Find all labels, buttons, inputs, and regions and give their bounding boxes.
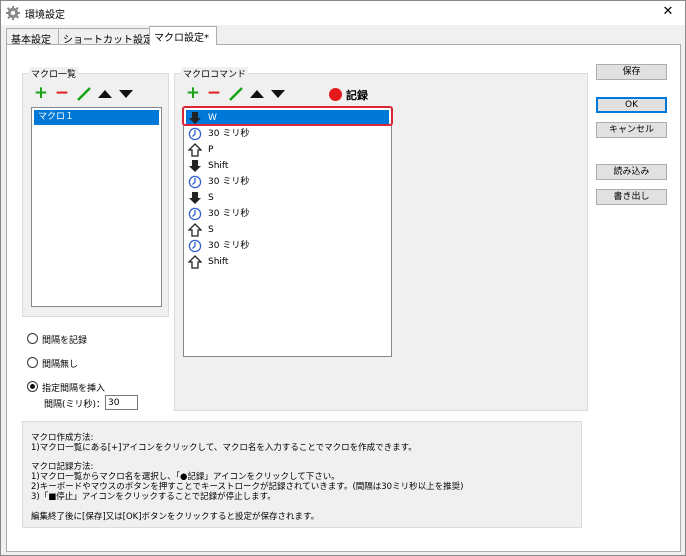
macro-list-toolbar: + −	[33, 85, 143, 102]
key-up-icon	[188, 223, 202, 237]
title-bar: 環境設定 ✕	[1, 1, 685, 25]
command-text: P	[208, 145, 214, 155]
clock-icon	[188, 175, 202, 189]
list-item[interactable]: S	[188, 190, 388, 206]
command-text: S	[208, 225, 214, 235]
settings-window: 環境設定 ✕ 基本設定 ショートカット設定 マクロ設定* マクロ一覧 + − マ…	[0, 0, 686, 556]
key-down-icon	[189, 160, 201, 172]
clock-icon	[188, 207, 202, 221]
close-button[interactable]: ✕	[651, 1, 685, 25]
clock-icon	[188, 239, 202, 253]
ok-button[interactable]: OK	[596, 97, 667, 113]
radio-specified-interval-circle	[27, 381, 38, 392]
macro-list-label: マクロ一覧	[29, 67, 79, 80]
radio-record-interval[interactable]: 間隔を記録	[27, 332, 137, 346]
gear-icon	[6, 6, 20, 20]
move-command-down-icon[interactable]	[270, 86, 286, 102]
record-button[interactable]: 記録	[329, 87, 389, 103]
export-button[interactable]: 書き出し	[596, 189, 667, 205]
list-item[interactable]: Shift	[188, 254, 388, 270]
remove-command-icon[interactable]: −	[206, 85, 222, 102]
macro-command-listbox[interactable]: W 30 ミリ秒 P Shift 30 ミリ秒 S 30 ミリ秒 S 30 ミリ秒 Shift	[183, 107, 392, 357]
command-text: 30 ミリ秒	[208, 129, 250, 139]
add-command-icon[interactable]: +	[185, 85, 201, 102]
list-item[interactable]: 30 ミリ秒	[188, 206, 388, 222]
clock-icon	[188, 127, 202, 141]
tab-shortcut-settings[interactable]: ショートカット設定	[58, 28, 153, 46]
command-text: 30 ミリ秒	[208, 209, 250, 219]
radio-record-interval-circle	[27, 333, 38, 344]
command-text: Shift	[208, 161, 229, 171]
interval-label: 間隔(ミリ秒)：	[44, 400, 106, 410]
command-text: 30 ミリ秒	[208, 177, 250, 187]
macro-command-group: マクロコマンド + − 記録 W 30 ミリ秒 P Shift 30 ミリ秒 S 30 ミリ…	[174, 67, 588, 411]
command-text: 30 ミリ秒	[208, 241, 250, 251]
help-box: マクロ作成方法: 1)マクロ一覧にある[+]アイコンをクリックして、マクロ名を入…	[22, 421, 582, 528]
list-item[interactable]: W	[186, 110, 389, 126]
radio-record-interval-label: 間隔を記録	[42, 336, 88, 346]
key-down-icon	[189, 112, 201, 124]
key-down-icon	[189, 192, 201, 204]
key-up-icon	[188, 143, 202, 157]
radio-no-interval-circle	[27, 357, 38, 368]
move-down-icon[interactable]	[118, 86, 134, 102]
list-item[interactable]: 30 ミリ秒	[188, 174, 388, 190]
list-item[interactable]: P	[188, 142, 388, 158]
list-item[interactable]: Shift	[188, 158, 388, 174]
list-item[interactable]: S	[188, 222, 388, 238]
help-line: 編集終了後に[保存]又は[OK]ボタンをクリックすると設定が保存されます。	[31, 512, 320, 522]
help-line: 1)マクロ一覧にある[+]アイコンをクリックして、マクロ名を入力することでマクロ…	[31, 443, 417, 453]
edit-icon[interactable]	[76, 86, 92, 102]
save-button[interactable]: 保存	[596, 64, 667, 80]
interval-input[interactable]	[105, 395, 138, 410]
cancel-button[interactable]: キャンセル	[596, 122, 667, 138]
record-label: 記録	[346, 89, 368, 102]
macro-command-toolbar: + −	[185, 85, 295, 102]
record-icon	[329, 88, 342, 101]
key-up-icon	[188, 255, 202, 269]
move-command-up-icon[interactable]	[249, 86, 265, 102]
help-line: 3)「■停止」アイコンをクリックすることで記録が停止します。	[31, 492, 276, 502]
move-up-icon[interactable]	[97, 86, 113, 102]
add-icon[interactable]: +	[33, 85, 49, 102]
import-button[interactable]: 読み込み	[596, 164, 667, 180]
command-text: S	[208, 193, 214, 203]
tab-basic-settings[interactable]: 基本設定	[6, 28, 59, 46]
macro-list-group: マクロ一覧 + − マクロ１	[22, 67, 169, 317]
list-item[interactable]: 30 ミリ秒	[188, 126, 388, 142]
radio-no-interval[interactable]: 間隔無し	[27, 356, 137, 370]
macro-settings-panel: マクロ一覧 + − マクロ１ マクロコマンド + − 記録 W 30 ミリ秒 P…	[6, 44, 681, 552]
tab-macro-settings[interactable]: マクロ設定*	[149, 26, 217, 45]
list-item[interactable]: マクロ１	[34, 110, 159, 125]
edit-command-icon[interactable]	[228, 86, 244, 102]
list-item[interactable]: 30 ミリ秒	[188, 238, 388, 254]
command-text: W	[208, 113, 217, 123]
radio-no-interval-label: 間隔無し	[42, 360, 79, 370]
radio-specified-interval[interactable]: 指定間隔を挿入	[27, 380, 147, 394]
command-text: Shift	[208, 257, 229, 267]
macro-listbox[interactable]: マクロ１	[31, 107, 162, 307]
radio-specified-interval-label: 指定間隔を挿入	[42, 384, 106, 394]
remove-icon[interactable]: −	[54, 85, 70, 102]
macro-command-label: マクロコマンド	[181, 67, 249, 80]
window-title: 環境設定	[25, 10, 65, 21]
